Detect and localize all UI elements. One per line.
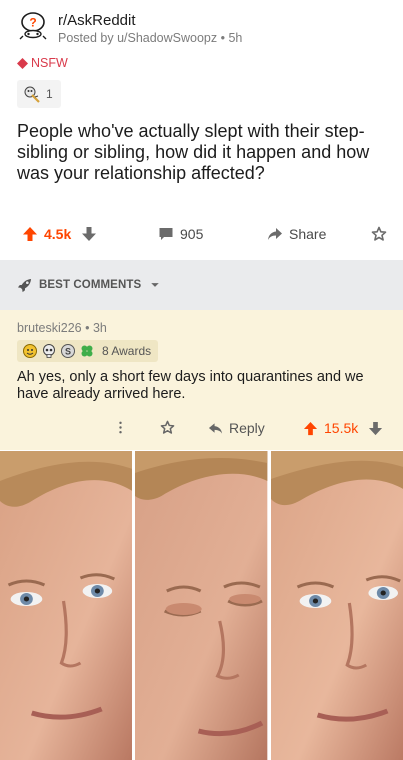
reply-label: Reply bbox=[229, 420, 265, 436]
comment-count: 905 bbox=[180, 226, 204, 242]
skull-award-icon bbox=[43, 344, 55, 358]
comment-save-button[interactable] bbox=[160, 420, 175, 435]
post-action-bar: 4.5k 905 Share bbox=[0, 222, 403, 252]
reply-arrow-icon bbox=[208, 422, 223, 434]
comment-sort-button[interactable]: BEST COMMENTS bbox=[0, 260, 403, 310]
post-meta[interactable]: Posted by u/ShadowSwoopz • 5h bbox=[58, 31, 242, 45]
meme-panel-blinking bbox=[135, 451, 268, 760]
star-icon bbox=[371, 226, 387, 241]
share-label: Share bbox=[289, 226, 327, 242]
save-post-button[interactable] bbox=[371, 226, 387, 242]
comment-score: 15.5k bbox=[324, 420, 359, 436]
post-score: 4.5k bbox=[44, 226, 72, 242]
comment-meta[interactable]: bruteski226 • 3h bbox=[17, 321, 107, 335]
comment-action-bar: Reply 15.5k bbox=[0, 420, 403, 442]
meme-panel-looking-again bbox=[270, 451, 403, 760]
star-icon bbox=[160, 420, 175, 434]
up-arrow-icon[interactable] bbox=[303, 421, 318, 436]
post-awards[interactable]: 1 bbox=[17, 80, 61, 108]
subreddit-name[interactable]: r/AskReddit bbox=[58, 12, 136, 29]
reply-button[interactable]: Reply bbox=[208, 420, 265, 436]
svg-text:S: S bbox=[65, 347, 71, 357]
comment-more-button[interactable] bbox=[113, 420, 128, 435]
post-title[interactable]: People who've actually slept with their … bbox=[17, 121, 389, 184]
comment-vote-control: 15.5k bbox=[303, 420, 383, 436]
speech-bubble-icon bbox=[159, 228, 173, 240]
gold-award-icon bbox=[23, 344, 37, 358]
share-arrow-icon bbox=[268, 228, 282, 240]
sort-label: BEST COMMENTS bbox=[39, 279, 142, 291]
nsfw-label: NSFW bbox=[31, 56, 68, 70]
share-button[interactable]: Share bbox=[267, 226, 326, 242]
clover-award-icon bbox=[81, 345, 93, 357]
award-icon bbox=[24, 86, 40, 103]
comments-button[interactable]: 905 bbox=[158, 226, 203, 242]
down-arrow-icon[interactable] bbox=[368, 421, 383, 436]
diamond-icon bbox=[17, 57, 28, 69]
comment-body: Ah yes, only a short few days into quara… bbox=[17, 369, 364, 402]
rocket-icon bbox=[17, 278, 32, 292]
askreddit-snoo-icon[interactable]: ? bbox=[18, 10, 48, 40]
post-vote-control: 4.5k bbox=[22, 226, 97, 242]
comment: bruteski226 • 3h S 8 Awards Ah yes, only… bbox=[0, 310, 403, 450]
chevron-down-icon bbox=[151, 283, 159, 287]
svg-text:?: ? bbox=[29, 16, 36, 30]
down-arrow-icon[interactable] bbox=[81, 226, 97, 242]
comment-awards[interactable]: S 8 Awards bbox=[17, 340, 159, 362]
meme-panel-looking bbox=[0, 451, 133, 760]
up-arrow-icon[interactable] bbox=[22, 226, 38, 242]
comment-awards-label: 8 Awards bbox=[102, 344, 152, 358]
silver-award-icon: S bbox=[61, 344, 75, 358]
post-award-count: 1 bbox=[46, 87, 53, 101]
nsfw-tag: NSFW bbox=[17, 56, 68, 70]
vertical-dots-icon bbox=[119, 421, 122, 434]
meme-image[interactable] bbox=[0, 451, 403, 760]
post-header: ? r/AskReddit Posted by u/ShadowSwoopz •… bbox=[0, 0, 403, 48]
